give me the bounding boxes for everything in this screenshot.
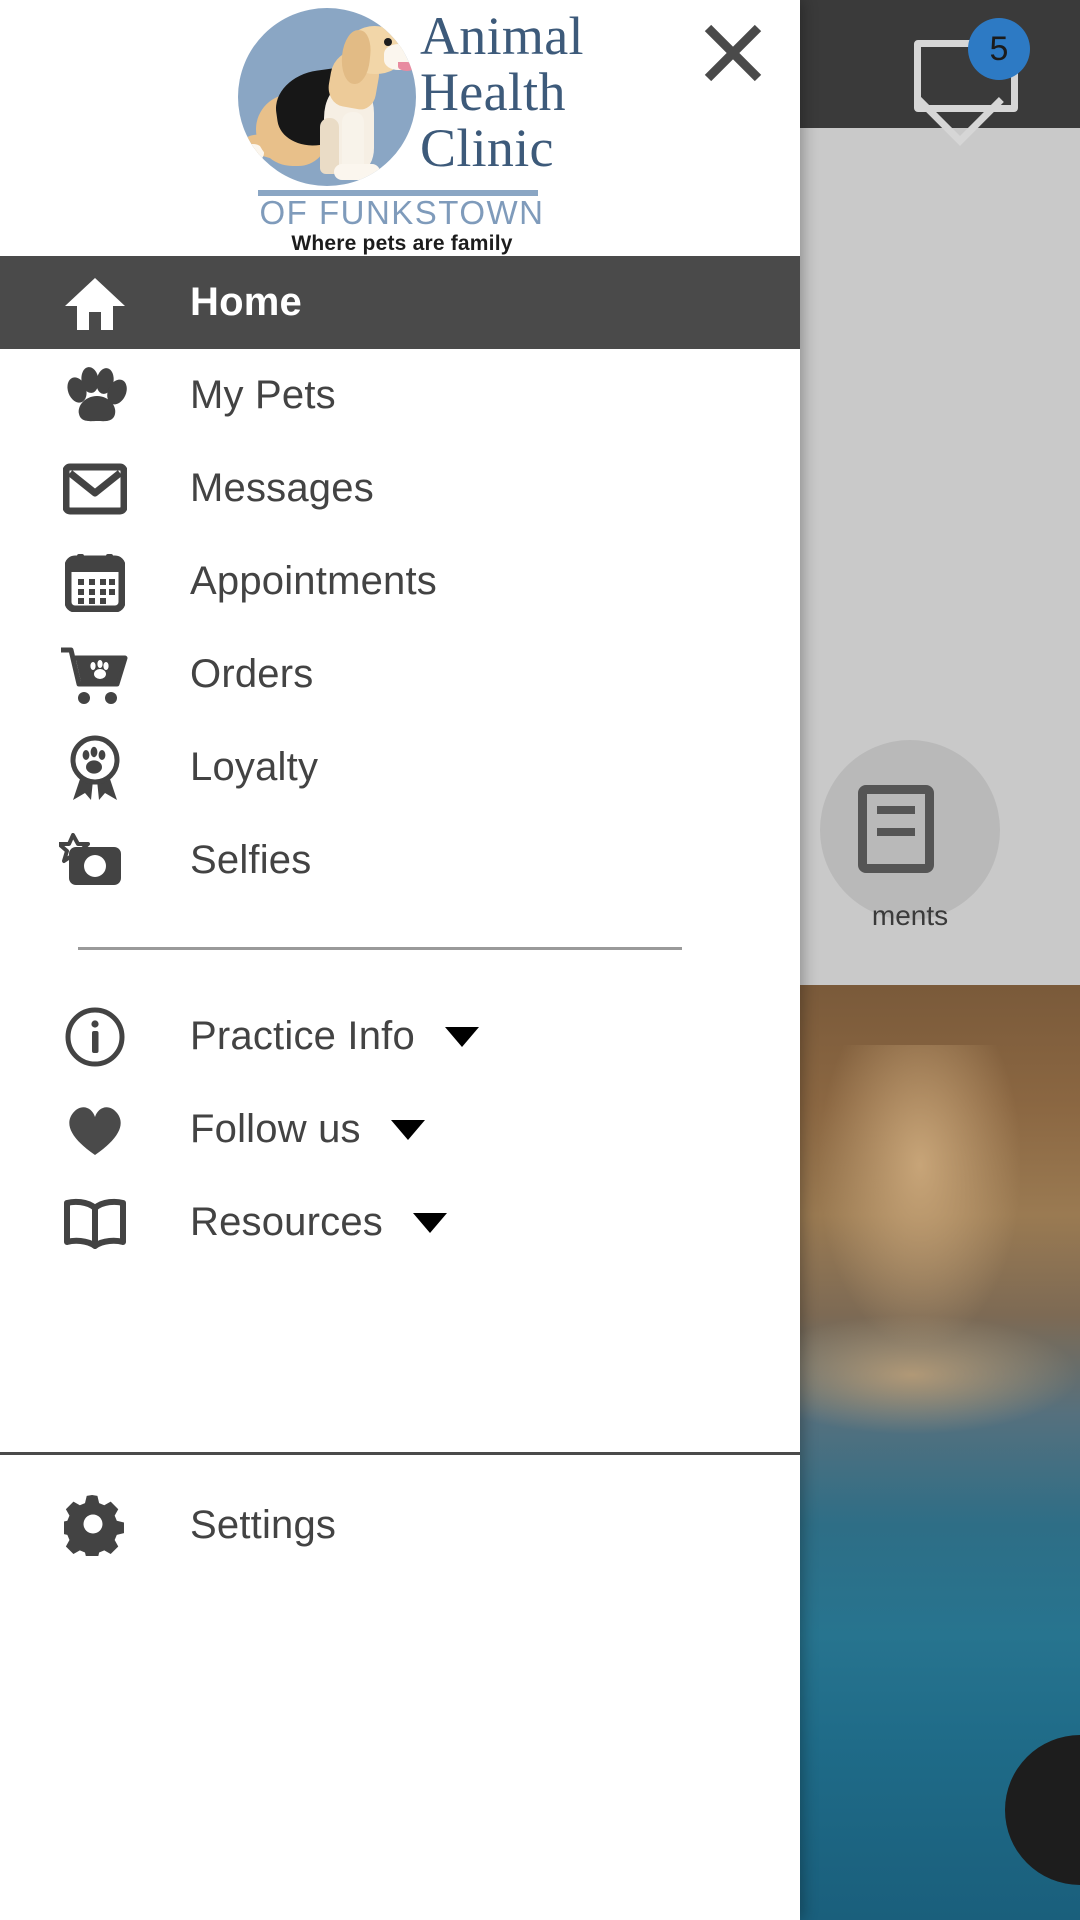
navigation-drawer: Animal Health Clinic OF FUNKSTOWN Where … xyxy=(0,0,800,1920)
camera-star-icon xyxy=(0,832,190,889)
sidebar-item-my-pets[interactable]: My Pets xyxy=(0,349,800,442)
nav-divider xyxy=(78,947,682,950)
calendar-icon xyxy=(0,552,190,612)
sidebar-item-label: Orders xyxy=(190,652,314,696)
messages-button[interactable]: 5 xyxy=(914,18,1030,146)
clinic-name: Animal Health Clinic xyxy=(420,8,584,176)
clinic-tagline: Where pets are family xyxy=(291,232,513,255)
dog-logo-icon xyxy=(238,8,416,186)
info-circle-icon xyxy=(0,1006,190,1068)
sidebar-item-resources[interactable]: Resources xyxy=(0,1176,800,1269)
sidebar-item-label: Resources xyxy=(190,1200,383,1244)
clinic-name-line-1: Animal xyxy=(420,6,584,66)
sidebar-item-label: Selfies xyxy=(190,838,312,882)
sidebar-item-label: Practice Info xyxy=(190,1014,415,1058)
sidebar-item-settings[interactable]: Settings xyxy=(0,1455,800,1595)
sidebar-item-label: Home xyxy=(190,280,302,324)
close-icon xyxy=(704,24,762,82)
sidebar-item-orders[interactable]: Orders xyxy=(0,628,800,721)
appointments-card-label: ments xyxy=(871,900,949,931)
sidebar-item-label: My Pets xyxy=(190,373,336,417)
paw-icon xyxy=(0,366,190,426)
chevron-down-icon[interactable] xyxy=(413,1212,447,1233)
sidebar-item-selfies[interactable]: Selfies xyxy=(0,814,800,907)
clinic-name-line-2: Health xyxy=(420,62,566,122)
book-icon xyxy=(0,1197,190,1249)
sidebar-item-label: Follow us xyxy=(190,1107,361,1151)
clinic-logo: Animal Health Clinic OF FUNKSTOWN Where … xyxy=(232,4,583,255)
sidebar-item-follow-us[interactable]: Follow us xyxy=(0,1083,800,1176)
sidebar-item-label: Appointments xyxy=(190,559,437,603)
sidebar-item-appointments[interactable]: Appointments xyxy=(0,535,800,628)
sidebar-item-label: Settings xyxy=(190,1502,337,1547)
gear-icon xyxy=(0,1494,190,1556)
clinic-location: OF FUNKSTOWN xyxy=(259,194,545,231)
mail-icon xyxy=(0,463,190,515)
unread-badge: 5 xyxy=(968,18,1030,80)
clinic-name-line-3: Clinic xyxy=(420,118,554,178)
appointments-card-icon xyxy=(858,785,934,873)
shopping-cart-paw-icon xyxy=(0,644,190,706)
award-ribbon-paw-icon xyxy=(0,734,190,802)
home-icon xyxy=(0,274,190,332)
close-drawer-button[interactable] xyxy=(688,8,778,98)
sidebar-item-loyalty[interactable]: Loyalty xyxy=(0,721,800,814)
chevron-down-icon[interactable] xyxy=(444,1026,479,1047)
heart-icon xyxy=(0,1101,190,1159)
drawer-header: Animal Health Clinic OF FUNKSTOWN Where … xyxy=(0,0,800,256)
chevron-down-icon[interactable] xyxy=(390,1119,425,1140)
sidebar-item-home[interactable]: Home xyxy=(0,256,800,349)
sidebar-item-practice-info[interactable]: Practice Info xyxy=(0,990,800,1083)
primary-nav-list: Home My Pets Messages Appointments Order… xyxy=(0,256,800,1269)
sidebar-item-label: Loyalty xyxy=(190,745,319,789)
sidebar-item-messages[interactable]: Messages xyxy=(0,442,800,535)
sidebar-item-label: Messages xyxy=(190,466,374,510)
